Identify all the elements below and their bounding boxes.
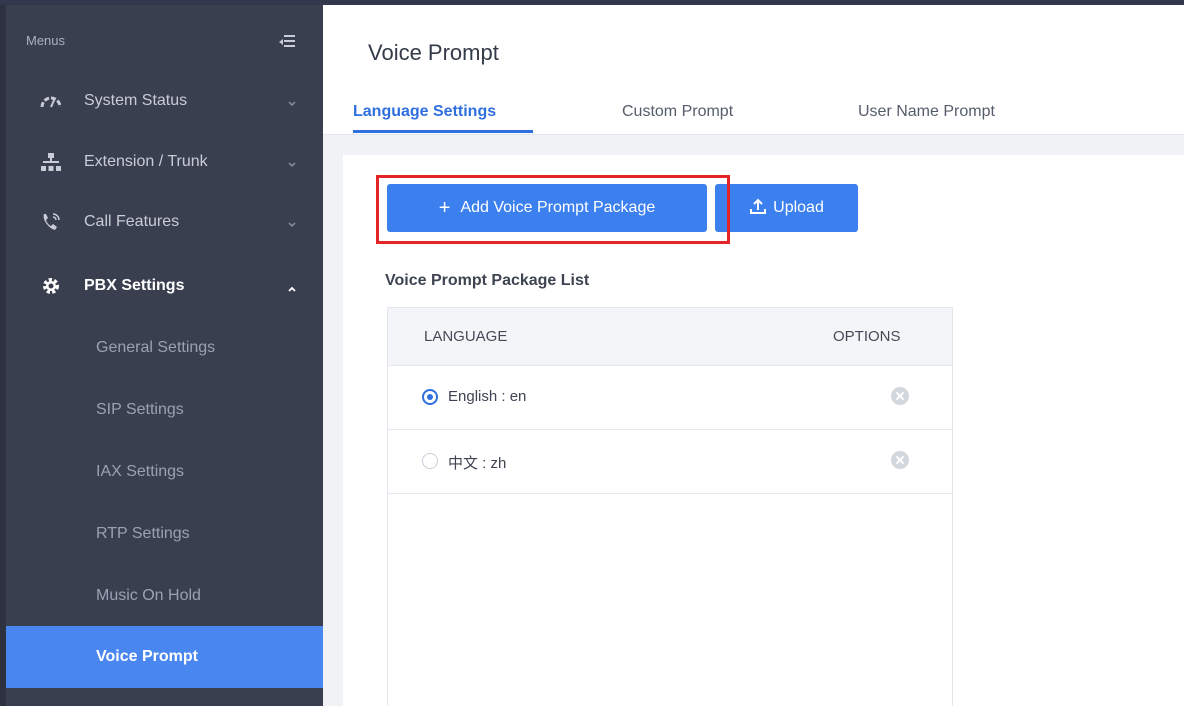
package-list-title: Voice Prompt Package List	[385, 272, 590, 289]
content-panel: + Add Voice Prompt Package Upload Voice …	[343, 155, 1184, 706]
page-title: Voice Prompt	[368, 40, 499, 65]
sidebar-item-pbx-settings[interactable]: PBX Settings	[6, 255, 323, 317]
highlight-annotation-box	[376, 175, 730, 244]
sidebar-item-label: Call Features	[84, 213, 180, 230]
sidebar-item-extension-trunk[interactable]: Extension / Trunk	[6, 131, 323, 193]
main-header: Voice Prompt Language Settings Custom Pr…	[323, 5, 1184, 135]
sidebar-subitem-label: Voice Prompt	[96, 648, 198, 665]
sidebar-item-label: PBX Settings	[84, 277, 185, 294]
sidebar-subitem-voice-prompt[interactable]: Voice Prompt	[6, 626, 323, 688]
chevron-down-icon	[287, 217, 297, 228]
language-name: 中文 : zh	[448, 455, 507, 472]
sidebar-subitem-general-settings[interactable]: General Settings	[6, 317, 323, 379]
language-radio[interactable]	[422, 453, 438, 469]
upload-button[interactable]: Upload	[715, 184, 858, 232]
tab-user-name-prompt[interactable]: User Name Prompt	[858, 103, 995, 121]
collapse-menu-icon[interactable]	[279, 34, 295, 48]
sidebar-item-system-status[interactable]: System Status	[6, 70, 323, 132]
delete-icon[interactable]	[891, 387, 909, 405]
chevron-up-icon	[287, 281, 297, 292]
language-radio[interactable]	[422, 389, 438, 405]
active-tab-underline	[353, 130, 533, 133]
sidebar-subitem-label: SIP Settings	[96, 401, 184, 418]
upload-button-label: Upload	[773, 199, 824, 216]
chevron-down-icon	[287, 96, 297, 107]
sidebar-item-label: System Status	[84, 92, 188, 109]
gear-icon	[40, 275, 62, 297]
gauge-icon	[40, 90, 62, 112]
upload-icon	[749, 197, 767, 219]
phone-icon	[40, 211, 62, 233]
sidebar-subitem-label: IAX Settings	[96, 463, 185, 480]
menus-header: Menus	[26, 33, 66, 48]
sidebar-subitem-rtp-settings[interactable]: RTP Settings	[6, 503, 323, 565]
sidebar: Menus System Status Extension / Trunk Ca…	[0, 5, 323, 706]
tab-language-settings[interactable]: Language Settings	[353, 103, 496, 121]
sidebar-subitem-music-on-hold[interactable]: Music On Hold	[6, 565, 323, 627]
sidebar-subitem-label: RTP Settings	[96, 525, 190, 542]
chevron-down-icon	[287, 157, 297, 168]
sidebar-subitem-sip-settings[interactable]: SIP Settings	[6, 379, 323, 441]
tab-custom-prompt[interactable]: Custom Prompt	[622, 103, 733, 121]
package-table: LANGUAGE OPTIONS English : en 中文 : zh	[387, 307, 953, 706]
language-name: English : en	[448, 388, 527, 405]
sidebar-subitem-label: General Settings	[96, 339, 216, 356]
sidebar-item-call-features[interactable]: Call Features	[6, 191, 323, 253]
column-options: OPTIONS	[833, 328, 901, 345]
table-row: English : en	[388, 366, 952, 430]
network-icon	[40, 151, 62, 173]
table-row: 中文 : zh	[388, 430, 952, 494]
delete-icon[interactable]	[891, 451, 909, 469]
table-header: LANGUAGE OPTIONS	[388, 308, 952, 366]
sidebar-subitem-iax-settings[interactable]: IAX Settings	[6, 441, 323, 503]
sidebar-item-label: Extension / Trunk	[84, 153, 208, 170]
sidebar-subitem-label: Music On Hold	[96, 587, 201, 604]
column-language: LANGUAGE	[424, 328, 508, 345]
